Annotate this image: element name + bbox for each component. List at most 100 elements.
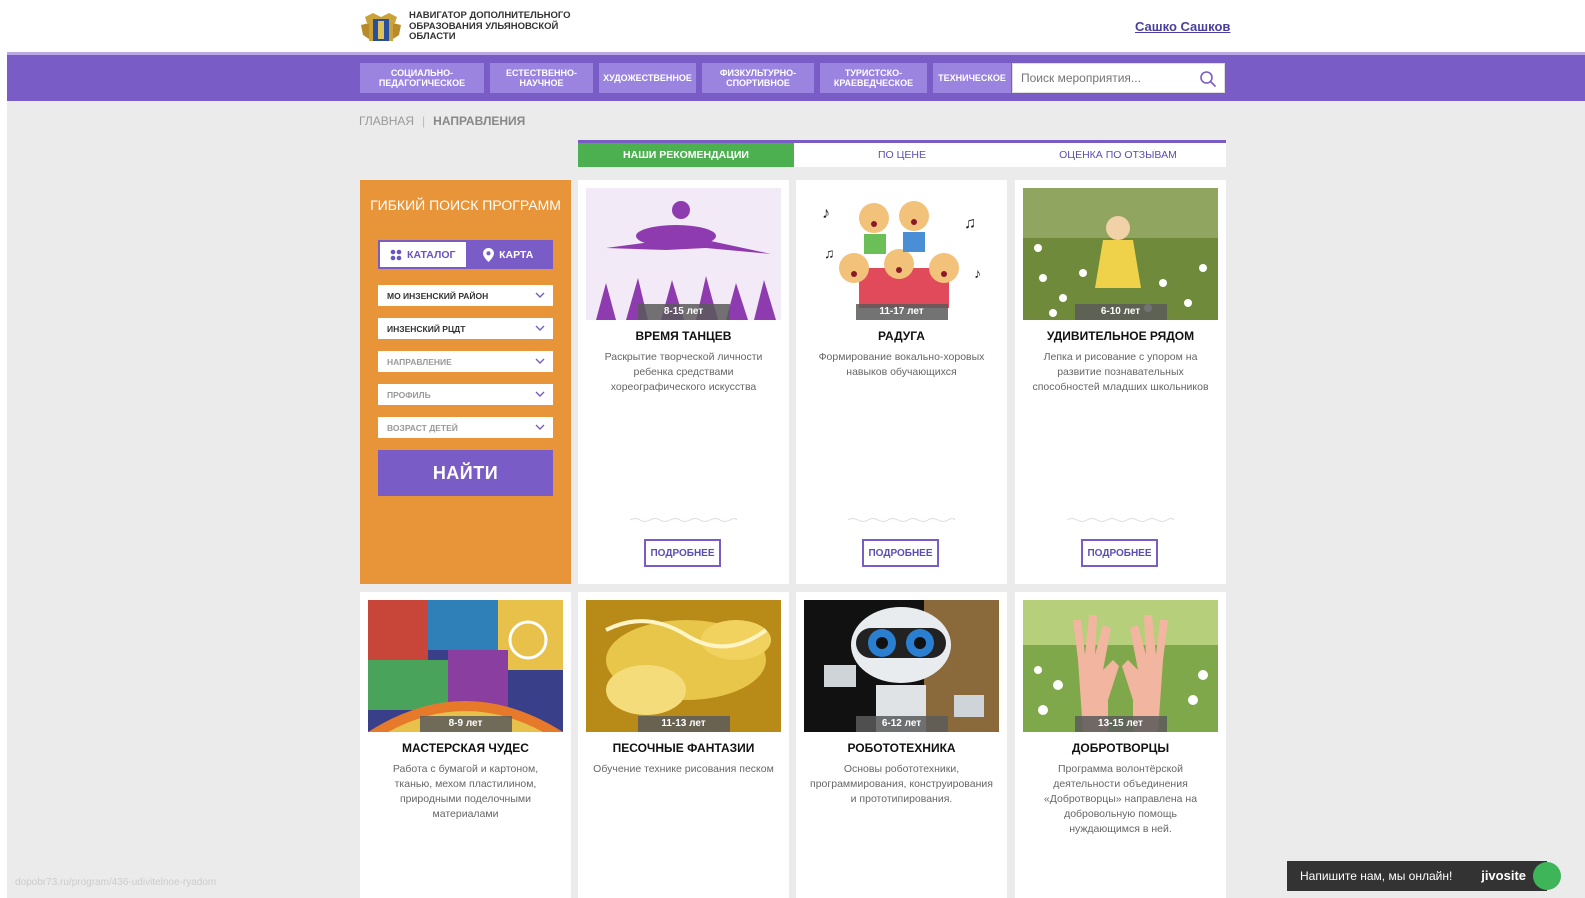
nav-item-artistic[interactable]: Художественное — [599, 63, 696, 93]
nav-item-tourism[interactable]: Туристско-краеведческое — [820, 63, 927, 93]
program-image-choir[interactable]: ♪ ♫ ♫ ♪ 11-17 лет — [804, 188, 999, 320]
program-card[interactable]: 11-13 лет Песочные фантазии Обучение тех… — [578, 592, 789, 898]
dance-illustration — [586, 188, 781, 320]
child-age-select-value: Возраст детей — [387, 422, 458, 433]
chevron-down-icon — [535, 292, 545, 298]
age-badge: 8-15 лет — [637, 304, 730, 320]
tab-recommendations[interactable]: Наши рекомендации — [578, 143, 794, 167]
online-chat-widget[interactable]: Напишите нам, мы онлайн! jivosite — [1287, 861, 1547, 891]
program-description: Формирование вокально-хоровых навыков об… — [818, 351, 985, 378]
svg-text:♫: ♫ — [824, 245, 835, 261]
program-description: Программа волонтёрской деятельности объе… — [1043, 763, 1198, 835]
chat-prompt-text: Напишите нам, мы онлайн! — [1300, 869, 1453, 883]
program-description: Основы робототехники, программирования, … — [810, 763, 993, 805]
district-select[interactable]: МО Инзенский район — [378, 285, 553, 306]
more-button[interactable]: Подробнее — [862, 539, 939, 567]
age-badge: 11-13 лет — [637, 716, 730, 732]
program-title[interactable]: Радуга — [796, 329, 1007, 343]
svg-text:♪: ♪ — [974, 265, 981, 281]
logo-text: Навигатор дополнительного образования Ул… — [409, 10, 571, 43]
catalog-label: Каталог — [407, 248, 456, 261]
nav-item-natural-science[interactable]: Естественно-научное — [490, 63, 593, 93]
age-badge: 13-15 лет — [1074, 716, 1167, 732]
program-title[interactable]: Добротворцы — [1015, 741, 1226, 755]
flexible-search-panel: Гибкий поиск программ Каталог Карта МО И… — [360, 180, 571, 584]
tab-by-rating[interactable]: Оценка по отзывам — [1010, 143, 1226, 167]
patchwork-art — [368, 600, 563, 732]
chevron-down-icon — [535, 391, 545, 397]
filter-title: Гибкий поиск программ — [360, 196, 571, 214]
event-search-input[interactable] — [1013, 71, 1193, 85]
category-nav-items: Социально-педагогическое Естественно-нау… — [360, 63, 1011, 93]
program-title[interactable]: Мастерская чудес — [360, 741, 571, 755]
program-description: Обучение технике рисования песком — [593, 763, 774, 775]
program-image-workshop[interactable]: 8-9 лет — [368, 600, 563, 732]
nav-item-sports[interactable]: Физкультурно-спортивное — [702, 63, 814, 93]
svg-text:♪: ♪ — [822, 205, 830, 222]
program-image-amazing[interactable]: 6-10 лет — [1023, 188, 1218, 320]
top-header: Навигатор дополнительного образования Ул… — [7, 0, 1585, 52]
event-search-box — [1012, 63, 1225, 93]
chat-bubble-icon[interactable] — [1533, 862, 1561, 890]
breadcrumb: Главная | Направления — [359, 114, 525, 128]
program-title[interactable]: Удивительное рядом — [1015, 329, 1226, 343]
nav-item-social-pedagogical[interactable]: Социально-педагогическое — [360, 63, 484, 93]
chevron-down-icon — [535, 358, 545, 364]
program-image-volunteers[interactable]: 13-15 лет — [1023, 600, 1218, 732]
wave-divider — [630, 518, 737, 522]
map-pin-icon — [483, 247, 495, 262]
view-mode-toggle: Каталог Карта — [378, 240, 553, 269]
age-badge: 6-10 лет — [1074, 304, 1167, 320]
program-card[interactable]: 6-12 лет Робототехника Основы робототехн… — [796, 592, 1007, 898]
organization-select-value: Инзенский РЦДТ — [387, 323, 466, 334]
hands-photo — [1023, 600, 1218, 732]
search-icon[interactable] — [1199, 70, 1217, 88]
sand-art — [586, 600, 781, 732]
grid-icon — [390, 249, 402, 260]
program-card[interactable]: 6-10 лет Удивительное рядом Лепка и рисо… — [1015, 180, 1226, 584]
nav-item-technical[interactable]: Техническое — [933, 63, 1011, 93]
tab-by-price[interactable]: По цене — [794, 143, 1010, 167]
program-title[interactable]: Робототехника — [796, 741, 1007, 755]
program-description: Раскрытие творческой личности ребенка ср… — [604, 351, 763, 393]
map-label: Карта — [499, 248, 534, 261]
sort-tabs: Наши рекомендации По цене Оценка по отзы… — [578, 140, 1226, 167]
coat-of-arms-icon — [361, 13, 401, 41]
category-navbar: Социально-педагогическое Естественно-нау… — [7, 52, 1585, 101]
program-card[interactable]: ♪ ♫ ♫ ♪ 11-17 лет Радуга Формирование вока… — [796, 180, 1007, 584]
breadcrumb-current: Направления — [433, 114, 526, 128]
status-bar-url: dopobr73.ru/program/436-udivitelnoe-ryad… — [15, 877, 217, 888]
meadow-photo — [1023, 188, 1218, 320]
robot-illustration — [804, 600, 999, 732]
program-description: Работа с бумагой и картоном, тканью, мех… — [392, 763, 539, 820]
wave-divider — [1067, 518, 1174, 522]
profile-select-value: Профиль — [387, 389, 431, 400]
program-card[interactable]: 13-15 лет Добротворцы Программа волонтёр… — [1015, 592, 1226, 898]
more-button[interactable]: Подробнее — [1081, 539, 1158, 567]
program-image-sand[interactable]: 11-13 лет — [586, 600, 781, 732]
page-background: Навигатор дополнительного образования Ул… — [7, 0, 1585, 898]
breadcrumb-home[interactable]: Главная — [359, 114, 414, 128]
child-age-select[interactable]: Возраст детей — [378, 417, 553, 438]
program-title[interactable]: Песочные фантазии — [578, 741, 789, 755]
program-card[interactable]: 8-15 лет Время танцев Раскрытие творческ… — [578, 180, 789, 584]
chat-brand-logo: jivosite — [1481, 868, 1526, 883]
more-button[interactable]: Подробнее — [644, 539, 721, 567]
program-card[interactable]: 8-9 лет Мастерская чудес Работа с бумаго… — [360, 592, 571, 898]
chevron-down-icon — [535, 325, 545, 331]
site-logo[interactable]: Навигатор дополнительного образования Ул… — [359, 9, 579, 45]
choir-illustration: ♪ ♫ ♫ ♪ — [804, 188, 999, 320]
program-title[interactable]: Время танцев — [578, 329, 789, 343]
program-description: Лепка и рисование с упором на развитие п… — [1032, 351, 1209, 393]
catalog-view-button[interactable]: Каталог — [380, 242, 466, 267]
direction-select[interactable]: Направление — [378, 351, 553, 372]
profile-select[interactable]: Профиль — [378, 384, 553, 405]
age-badge: 11-17 лет — [855, 304, 948, 320]
organization-select[interactable]: Инзенский РЦДТ — [378, 318, 553, 339]
user-profile-link[interactable]: Сашко Сашков — [1135, 19, 1230, 34]
find-button[interactable]: Найти — [378, 450, 553, 496]
program-image-dance[interactable]: 8-15 лет — [586, 188, 781, 320]
program-image-robotics[interactable]: 6-12 лет — [804, 600, 999, 732]
map-view-button[interactable]: Карта — [465, 242, 551, 267]
wave-divider — [848, 518, 955, 522]
